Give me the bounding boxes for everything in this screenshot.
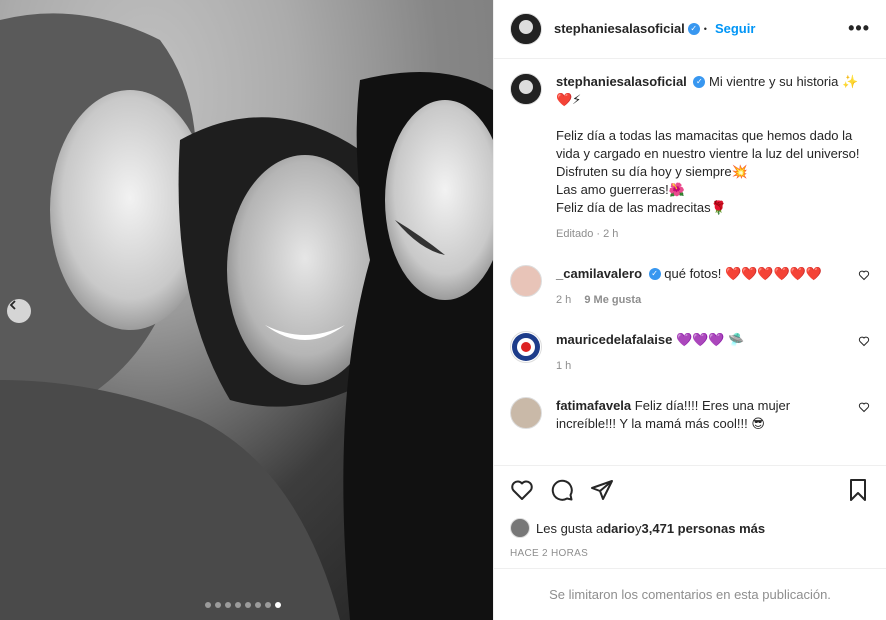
avatar[interactable] bbox=[510, 12, 542, 45]
post-header: stephaniesalasoficial ✓ • Seguir ••• bbox=[494, 0, 886, 59]
more-icon[interactable]: ••• bbox=[848, 18, 870, 39]
comment: _camilavalero ✓ qué fotos! ❤️❤️❤️❤️❤️❤️ … bbox=[510, 264, 870, 309]
comment-emojis: 💜💜💜 bbox=[675, 331, 725, 347]
likes-user[interactable]: dario bbox=[603, 521, 635, 536]
photo-illustration bbox=[0, 0, 493, 620]
caption: stephaniesalasoficial ✓ Mi vientre y su … bbox=[510, 72, 870, 243]
verified-icon: ✓ bbox=[687, 22, 700, 35]
comment-extra-emoji: 🛸 bbox=[728, 331, 745, 347]
avatar[interactable] bbox=[510, 264, 542, 297]
comment-meta: 2 h 9 Me gusta bbox=[556, 291, 850, 309]
caption-title: Mi vientre y su historia ✨ bbox=[709, 73, 859, 89]
comment-likes[interactable]: 9 Me gusta bbox=[584, 294, 641, 306]
comments-list[interactable]: stephaniesalasoficial ✓ Mi vientre y su … bbox=[494, 59, 886, 465]
separator: • bbox=[703, 23, 707, 34]
carousel-dot bbox=[225, 602, 231, 608]
comment-time: 1 h bbox=[556, 359, 572, 372]
comment-meta: 1 h bbox=[556, 357, 850, 375]
heart-icon[interactable] bbox=[858, 335, 870, 347]
carousel-dot bbox=[275, 602, 281, 608]
comment-emojis: ❤️❤️❤️❤️❤️❤️ bbox=[724, 265, 823, 281]
carousel-dot bbox=[245, 602, 251, 608]
likes-summary: Les gusta a dario y 3,471 personas más bbox=[494, 514, 886, 542]
caption-body: Feliz día a todas las mamacitas que hemo… bbox=[556, 127, 860, 215]
carousel-dot bbox=[235, 602, 241, 608]
post-sidebar: stephaniesalasoficial ✓ • Seguir ••• ste… bbox=[493, 0, 886, 620]
header-username[interactable]: stephaniesalasoficial bbox=[554, 21, 685, 36]
comment: mauricedelafalaise 💜💜💜 🛸 1 h bbox=[510, 330, 870, 375]
carousel-dot bbox=[265, 602, 271, 608]
avatar[interactable] bbox=[510, 518, 530, 539]
heart-icon[interactable] bbox=[510, 478, 534, 502]
heart-icon[interactable] bbox=[858, 401, 870, 413]
verified-icon: ✓ bbox=[648, 268, 661, 281]
comments-limited-notice: Se limitaron los comentarios en esta pub… bbox=[494, 568, 886, 620]
likes-count[interactable]: 3,471 personas más bbox=[642, 521, 766, 536]
post-photo[interactable] bbox=[0, 0, 493, 620]
comment-username[interactable]: mauricedelafalaise bbox=[556, 332, 672, 347]
caption-title-emojis: ❤️⚡ bbox=[556, 91, 582, 107]
carousel-dot bbox=[215, 602, 221, 608]
carousel-dot bbox=[255, 602, 261, 608]
share-icon[interactable] bbox=[590, 478, 614, 502]
carousel-prev-button[interactable] bbox=[7, 299, 31, 323]
posted-ago[interactable]: HACE 2 HORAS bbox=[494, 542, 886, 568]
verified-icon: ✓ bbox=[693, 76, 706, 89]
comment-username[interactable]: fatimafavela bbox=[556, 398, 631, 413]
save-icon[interactable] bbox=[846, 478, 870, 502]
likes-prefix: Les gusta a bbox=[536, 520, 604, 536]
carousel-dot bbox=[205, 602, 211, 608]
comment-text: qué fotos! bbox=[664, 265, 725, 281]
chevron-left-icon bbox=[9, 300, 16, 310]
comment-username[interactable]: _camilavalero bbox=[556, 266, 642, 281]
carousel-indicator bbox=[205, 602, 281, 608]
caption-meta: Editado · 2 h bbox=[556, 227, 619, 240]
caption-username[interactable]: stephaniesalasoficial bbox=[556, 74, 687, 89]
comment-icon[interactable] bbox=[550, 478, 574, 502]
comment-time: 2 h bbox=[556, 293, 572, 306]
heart-icon[interactable] bbox=[858, 269, 870, 281]
follow-button[interactable]: Seguir bbox=[715, 21, 755, 36]
avatar[interactable] bbox=[510, 396, 542, 429]
comment: fatimafavela Feliz día!!!! Eres una muje… bbox=[510, 396, 870, 433]
avatar[interactable] bbox=[510, 72, 542, 105]
action-bar bbox=[494, 464, 886, 515]
avatar[interactable] bbox=[510, 330, 542, 363]
instagram-post: stephaniesalasoficial ✓ • Seguir ••• ste… bbox=[0, 0, 886, 620]
